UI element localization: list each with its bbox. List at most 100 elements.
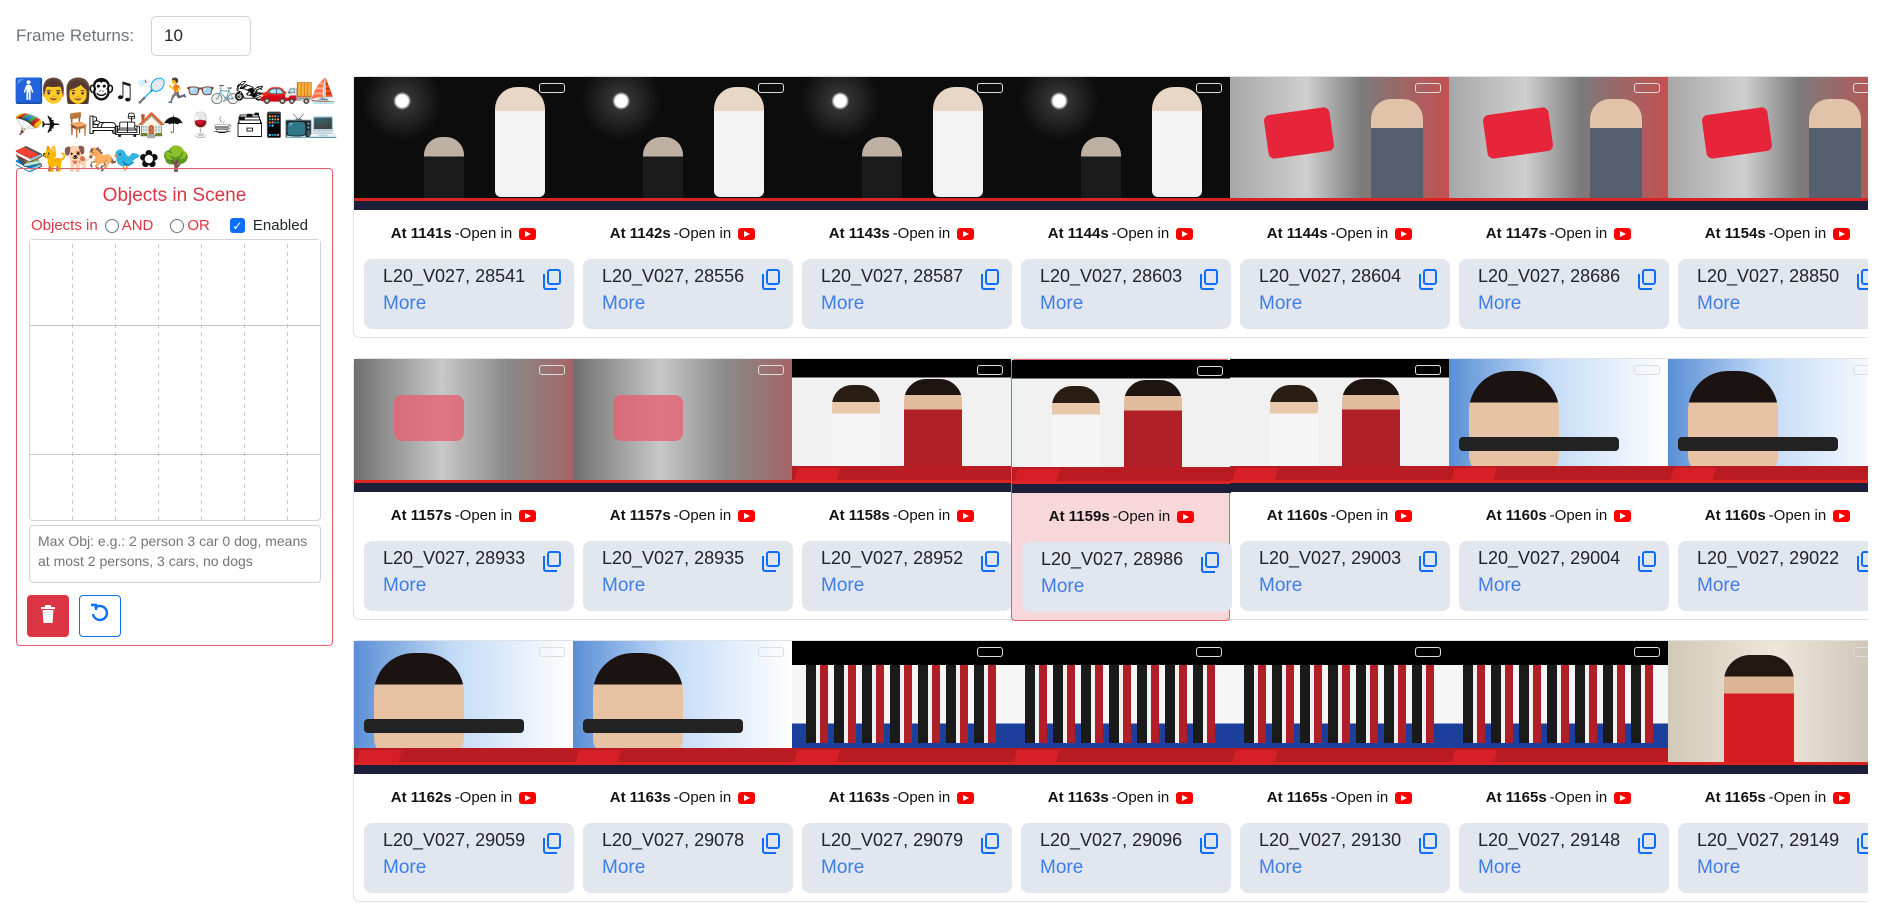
youtube-icon[interactable] [519,791,537,804]
copy-icon[interactable] [762,550,780,572]
more-link[interactable]: More [1478,293,1650,315]
result-card[interactable]: At 1159s -Open in L20_V027, 28986 More [1011,359,1232,621]
clear-button[interactable] [27,595,69,637]
frame-thumbnail[interactable] [354,359,573,492]
bed-icon[interactable]: 🛏 [88,108,118,142]
airplane-icon[interactable]: ✈ [39,108,64,142]
youtube-icon[interactable] [1614,509,1632,522]
youtube-icon[interactable] [1176,791,1194,804]
chair-icon[interactable]: 🪑 [63,108,93,142]
laptop-icon[interactable]: 💻 [308,108,338,142]
frame-thumbnail[interactable] [354,641,573,774]
result-card[interactable]: At 1141s -Open in L20_V027, 28541 More [354,77,574,339]
more-link[interactable]: More [821,857,993,879]
copy-icon[interactable] [981,832,999,854]
copy-icon[interactable] [981,550,999,572]
frame-returns-input[interactable] [151,16,251,56]
copy-icon[interactable] [1638,268,1656,290]
reset-button[interactable] [79,595,121,637]
frame-timestamp-link[interactable]: At 1160s -Open in [1230,507,1449,524]
car-icon[interactable]: 🚗 [259,74,289,108]
copy-icon[interactable] [1201,551,1219,573]
frame-thumbnail[interactable] [1449,77,1668,210]
copy-icon[interactable] [1638,832,1656,854]
frame-thumbnail[interactable] [1011,641,1230,774]
youtube-icon[interactable] [957,791,975,804]
copy-icon[interactable] [1419,268,1437,290]
frame-timestamp-link[interactable]: At 1144s -Open in [1230,225,1449,242]
youtube-icon[interactable] [1614,227,1632,240]
frame-timestamp-link[interactable]: At 1142s -Open in [573,225,792,242]
sofa-icon[interactable]: 🛋 [112,108,142,142]
more-link[interactable]: More [821,293,993,315]
result-card[interactable]: At 1160s -Open in L20_V027, 29022 More [1668,359,1868,621]
frame-timestamp-link[interactable]: At 1159s -Open in [1012,508,1231,525]
result-card[interactable]: At 1165s -Open in L20_V027, 29149 More [1668,641,1868,903]
music-icon[interactable]: ♫ [112,74,137,108]
result-card[interactable]: At 1144s -Open in L20_V027, 28604 More [1230,77,1450,339]
more-link[interactable]: More [1478,857,1650,879]
copy-icon[interactable] [543,832,561,854]
youtube-icon[interactable] [1833,227,1851,240]
frame-timestamp-link[interactable]: At 1141s -Open in [354,225,573,242]
more-link[interactable]: More [1259,293,1431,315]
youtube-icon[interactable] [519,227,537,240]
more-link[interactable]: More [1040,293,1212,315]
more-link[interactable]: More [602,857,774,879]
frame-thumbnail[interactable] [1011,77,1230,210]
result-card[interactable]: At 1147s -Open in L20_V027, 28686 More [1449,77,1669,339]
boat-icon[interactable]: ⛵ [308,74,338,108]
or-radio[interactable] [170,218,185,233]
result-card[interactable]: At 1160s -Open in L20_V027, 29004 More [1449,359,1669,621]
phone-icon[interactable]: 📱 [259,108,289,142]
frame-timestamp-link[interactable]: At 1165s -Open in [1449,789,1668,806]
umbrella-icon[interactable]: ☂ [161,108,186,142]
woman-icon[interactable]: 👩 [63,74,93,108]
frame-thumbnail[interactable] [1230,641,1449,774]
copy-icon[interactable] [1419,832,1437,854]
copy-icon[interactable] [1857,268,1868,290]
copy-icon[interactable] [1200,832,1218,854]
frame-timestamp-link[interactable]: At 1165s -Open in [1230,789,1449,806]
more-link[interactable]: More [383,857,555,879]
result-card[interactable]: At 1143s -Open in L20_V027, 28587 More [792,77,1012,339]
more-link[interactable]: More [1040,857,1212,879]
runner-icon[interactable]: 🏃 [161,74,191,108]
frame-timestamp-link[interactable]: At 1163s -Open in [792,789,1011,806]
result-card[interactable]: At 1160s -Open in L20_V027, 29003 More [1230,359,1450,621]
copy-icon[interactable] [1419,550,1437,572]
frame-thumbnail[interactable] [1668,641,1868,774]
more-link[interactable]: More [1697,293,1868,315]
glasses-icon[interactable]: 👓 [186,74,216,108]
frame-thumbnail[interactable] [1230,359,1449,492]
more-link[interactable]: More [1478,575,1650,597]
youtube-icon[interactable] [957,227,975,240]
youtube-icon[interactable] [738,509,756,522]
youtube-icon[interactable] [1395,791,1413,804]
frame-timestamp-link[interactable]: At 1147s -Open in [1449,225,1668,242]
frame-timestamp-link[interactable]: At 1143s -Open in [792,225,1011,242]
frame-thumbnail[interactable] [1449,359,1668,492]
more-link[interactable]: More [1697,857,1868,879]
youtube-icon[interactable] [1833,509,1851,522]
object-placement-canvas[interactable] [29,239,321,521]
result-card[interactable]: At 1165s -Open in L20_V027, 29148 More [1449,641,1669,903]
frame-timestamp-link[interactable]: At 1160s -Open in [1668,507,1868,524]
frame-timestamp-link[interactable]: At 1162s -Open in [354,789,573,806]
more-link[interactable]: More [602,293,774,315]
more-link[interactable]: More [383,293,555,315]
frame-thumbnail[interactable] [573,77,792,210]
racket-icon[interactable]: 🏸 [137,74,167,108]
copy-icon[interactable] [543,268,561,290]
more-link[interactable]: More [821,575,993,597]
copy-icon[interactable] [762,268,780,290]
frame-timestamp-link[interactable]: At 1160s -Open in [1449,507,1668,524]
result-card[interactable]: At 1163s -Open in L20_V027, 29096 More [1011,641,1231,903]
youtube-icon[interactable] [1395,509,1413,522]
man-icon[interactable]: 👨 [39,74,69,108]
frame-thumbnail[interactable] [1230,77,1449,210]
youtube-icon[interactable] [738,791,756,804]
copy-icon[interactable] [762,832,780,854]
youtube-icon[interactable] [1177,510,1195,523]
frame-thumbnail[interactable] [792,359,1011,492]
